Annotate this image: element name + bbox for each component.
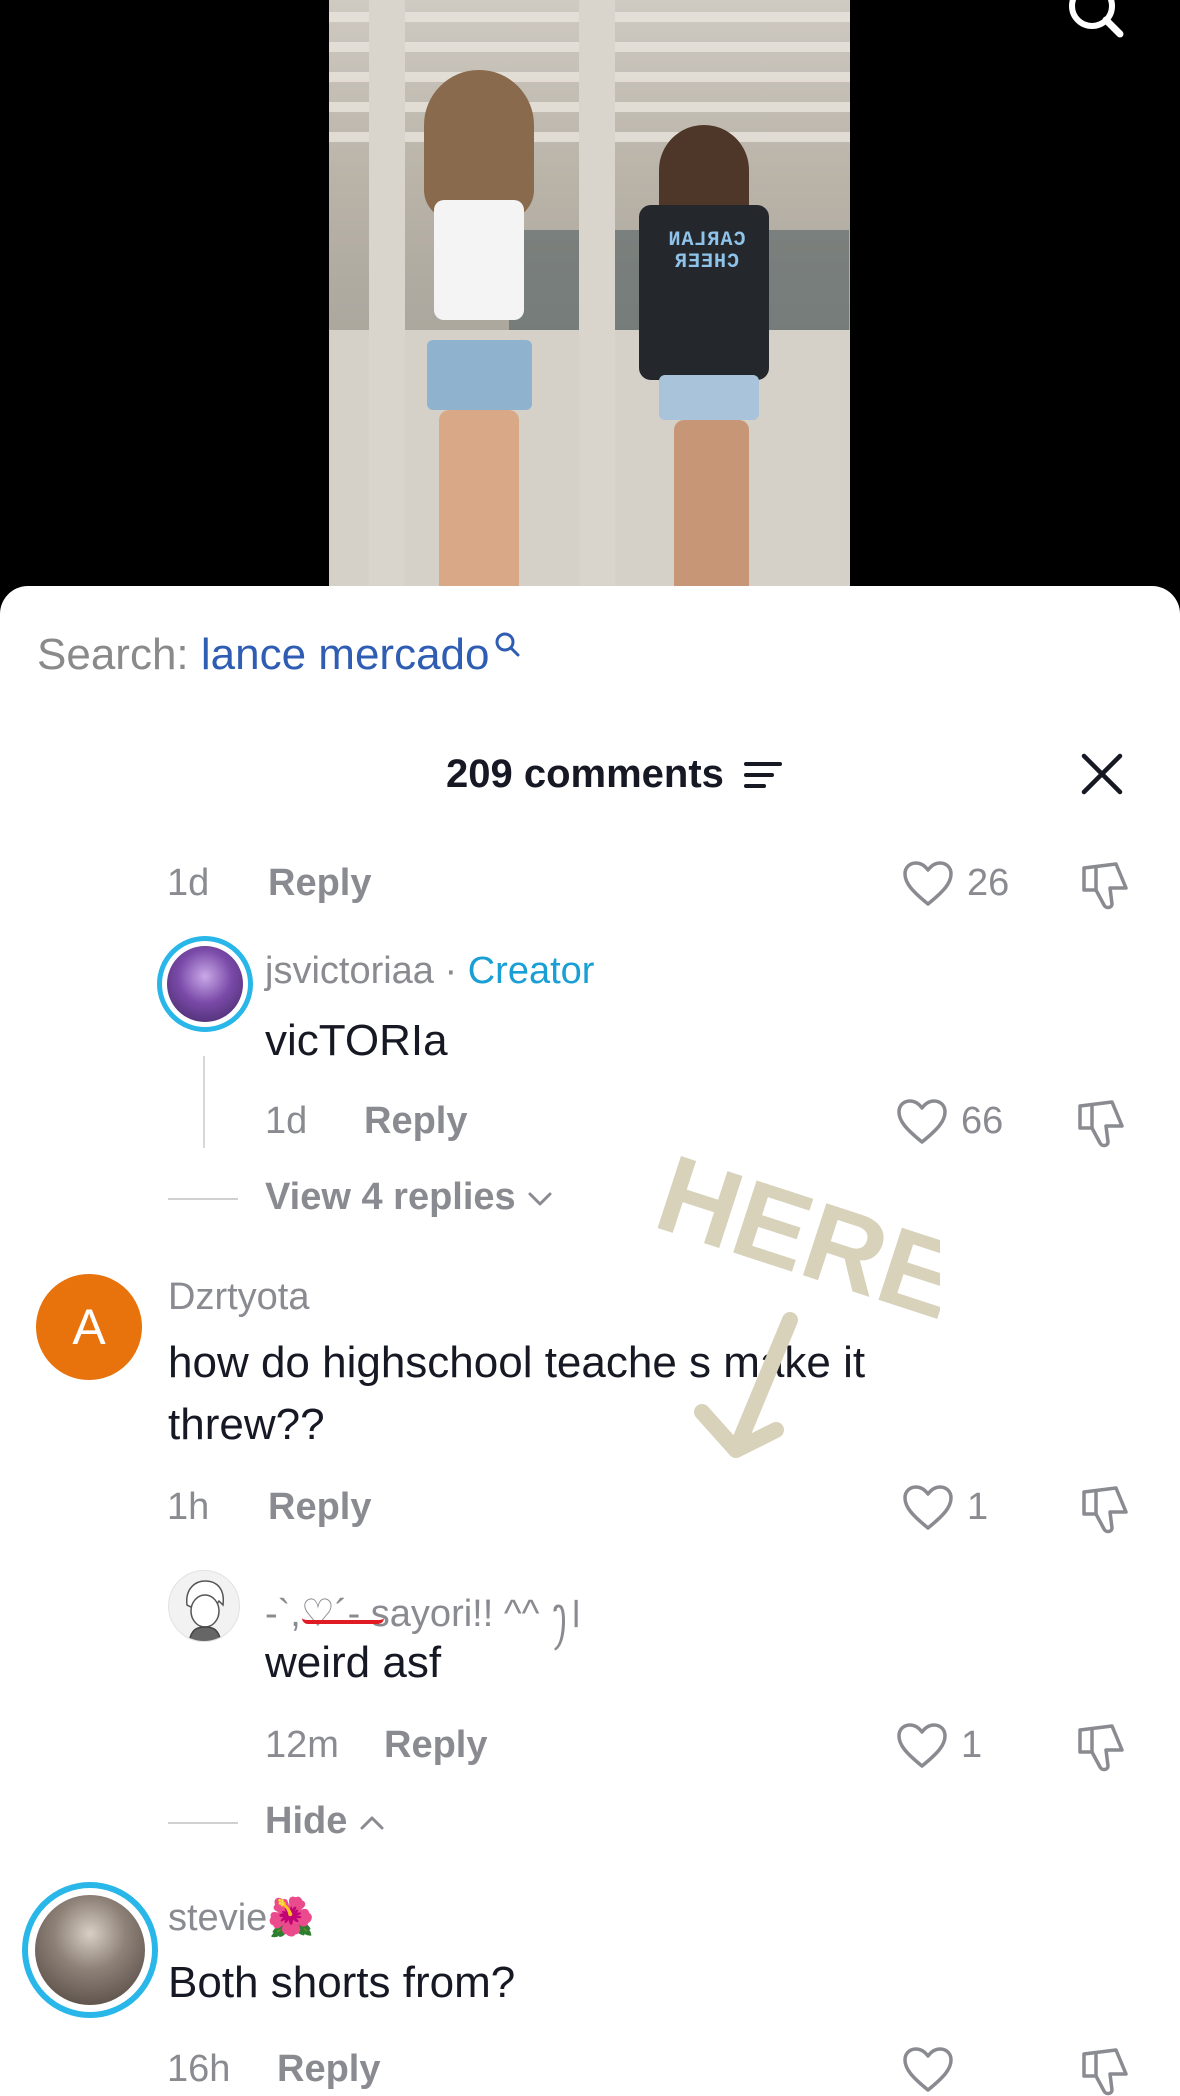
like-count: 26 [967, 862, 1010, 904]
reply-button[interactable]: Reply [364, 1100, 467, 1143]
username[interactable]: jsvictoriaa · Creator [265, 950, 594, 993]
person-right-shorts [659, 375, 759, 420]
hide-replies-button[interactable]: Hide [265, 1800, 386, 1843]
comment-count: 209 comments [446, 752, 724, 796]
magnifier-icon [495, 632, 520, 657]
dislike-icon[interactable] [1076, 1098, 1126, 1150]
hide-label[interactable]: Hide [265, 1800, 347, 1842]
username[interactable]: stevie🌺 [168, 1896, 315, 1940]
comment-meta-row: 1h Reply 1 [0, 1484, 1180, 1536]
search-prefix: Search: [37, 630, 189, 679]
dislike-icon[interactable] [1080, 2046, 1130, 2096]
dislike-icon[interactable] [1076, 1722, 1126, 1774]
person-left-top [434, 200, 524, 320]
reply-button[interactable]: Reply [384, 1724, 487, 1767]
filter-icon[interactable] [744, 760, 782, 792]
avatar[interactable] [22, 1882, 158, 2018]
heart-icon[interactable] [902, 2046, 954, 2094]
chevron-down-icon [528, 1192, 552, 1206]
here-arrow-annotation: HERE [643, 1150, 940, 1458]
heart-icon[interactable] [902, 1484, 954, 1532]
search-query-link[interactable]: lance mercado [201, 630, 490, 679]
avatar-image [167, 946, 243, 1022]
heart-icon[interactable] [896, 1098, 948, 1146]
like-count: 1 [967, 1486, 989, 1528]
video-player[interactable]: CARLAN CHEER [0, 0, 1180, 600]
pillar [369, 0, 405, 600]
arrow-down-icon [694, 1312, 798, 1458]
comment-text: Both shorts from? [168, 1958, 516, 2007]
avatar[interactable]: A [36, 1274, 142, 1380]
comment-time: 1h [167, 1486, 210, 1528]
person-left-hair [424, 70, 534, 220]
avatar[interactable] [168, 1570, 240, 1642]
comment-text: weird asf [265, 1638, 442, 1687]
view-replies-button[interactable]: View 4 replies [265, 1176, 554, 1219]
chevron-up-icon [360, 1816, 384, 1830]
creator-badge: Creator [467, 950, 595, 992]
search-icon[interactable] [1062, 0, 1126, 44]
shirt-text-line2: CHEER [674, 251, 740, 274]
shirt-text: CARLAN CHEER [659, 229, 754, 274]
comment-meta-row: 1d Reply 66 [0, 1098, 1180, 1150]
divider-line [168, 1198, 238, 1200]
anime-avatar-icon [186, 1580, 225, 1641]
comment-meta-row: 12m Reply 1 [0, 1722, 1180, 1774]
shirt-text-line1: CARLAN [667, 229, 746, 252]
dislike-icon[interactable] [1080, 860, 1130, 912]
username-text[interactable]: jsvictoriaa [265, 950, 434, 992]
comment-meta-row: 1d Reply 26 [0, 860, 1180, 912]
like-count: 66 [961, 1100, 1004, 1142]
comments-header: 209 comments [0, 752, 1180, 812]
creator-separator: · [433, 950, 468, 992]
pillar [579, 0, 615, 600]
comments-sheet: Search: lance mercado 209 comments 1d Re… [0, 586, 1180, 2096]
heart-icon[interactable] [896, 1722, 948, 1770]
view-replies-label[interactable]: View 4 replies [265, 1176, 516, 1218]
comment-meta-row: 16h Reply [0, 2046, 1180, 2096]
comment-time: 16h [167, 2048, 231, 2090]
reply-button[interactable]: Reply [268, 862, 371, 905]
avatar[interactable] [157, 936, 253, 1032]
reply-button[interactable]: Reply [277, 2048, 380, 2091]
heart-icon[interactable] [902, 860, 954, 908]
person-left-legs [439, 410, 519, 600]
avatar-letter: A [72, 1299, 106, 1355]
close-icon[interactable] [1080, 752, 1124, 796]
search-suggestion[interactable]: Search: lance mercado [37, 630, 521, 680]
username[interactable]: Dzrtyota [168, 1276, 309, 1319]
comment-time: 12m [265, 1724, 339, 1766]
dislike-icon[interactable] [1080, 1484, 1130, 1536]
like-count: 1 [961, 1724, 983, 1766]
avatar-image [35, 1895, 145, 2005]
divider-line [168, 1822, 238, 1824]
comment-text: vicTORIa [265, 1016, 448, 1065]
red-underline [302, 1618, 384, 1624]
person-left-shorts [427, 340, 532, 410]
person-right-legs [674, 420, 749, 600]
reply-button[interactable]: Reply [268, 1486, 371, 1529]
video-frame[interactable]: CARLAN CHEER [329, 0, 850, 600]
comment-time: 1d [265, 1100, 308, 1142]
comment-time: 1d [167, 862, 210, 904]
